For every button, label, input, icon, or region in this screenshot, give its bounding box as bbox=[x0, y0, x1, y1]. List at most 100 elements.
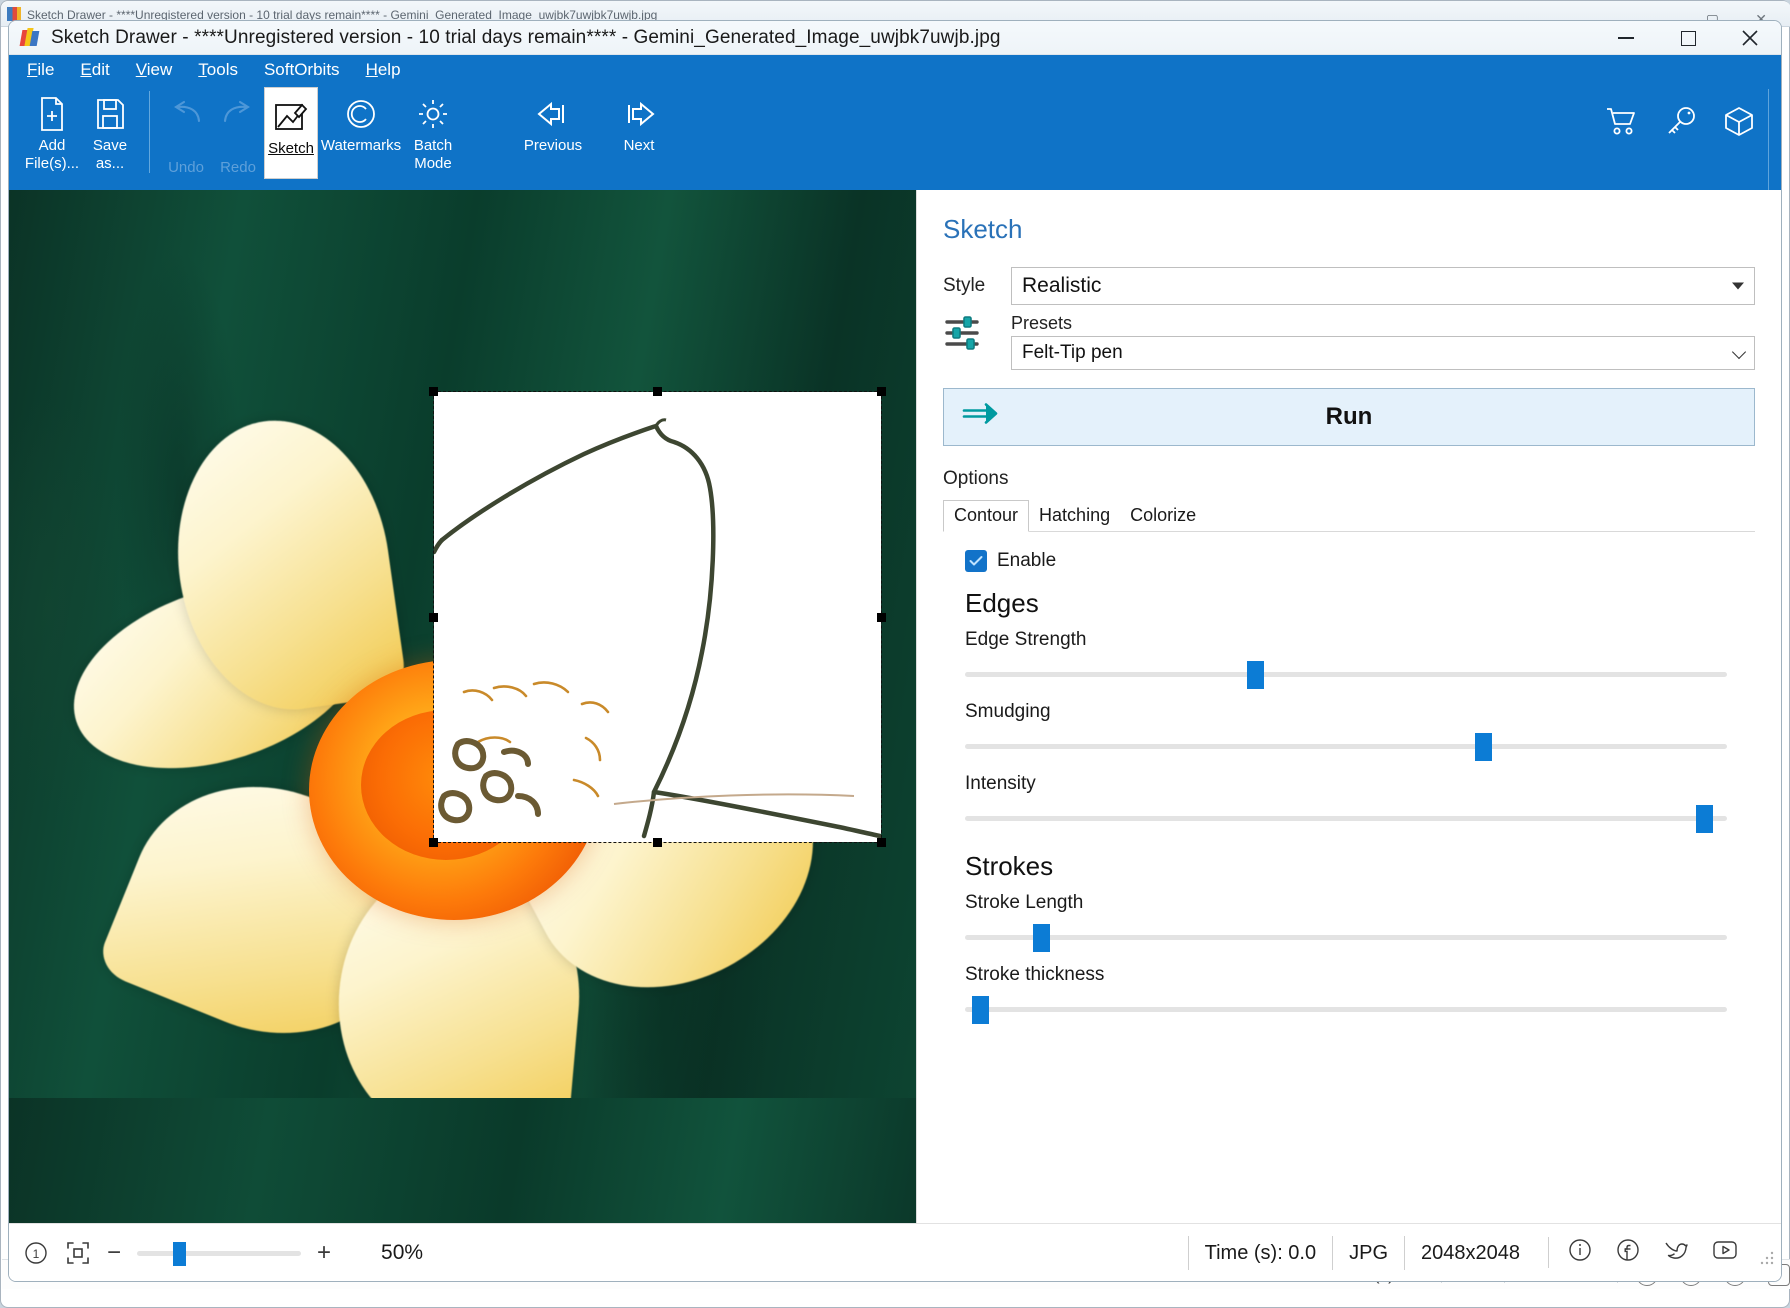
stroke-length-slider[interactable] bbox=[965, 920, 1727, 954]
toolbar-separator bbox=[149, 91, 150, 173]
chevron-down-icon bbox=[1731, 344, 1747, 360]
selection-handle-bottom-right[interactable] bbox=[877, 838, 886, 847]
enable-row[interactable]: Enable bbox=[965, 550, 1755, 572]
add-files-button[interactable]: Add File(s)... bbox=[23, 85, 81, 183]
style-dropdown[interactable]: Realistic bbox=[1011, 267, 1755, 305]
run-button[interactable]: Run bbox=[943, 388, 1755, 446]
strokes-group-title: Strokes bbox=[965, 851, 1054, 881]
slider-thumb[interactable] bbox=[1475, 733, 1493, 761]
resize-grip[interactable] bbox=[1757, 1248, 1775, 1266]
smudging-label: Smudging bbox=[965, 701, 1051, 722]
menu-tools[interactable]: Tools bbox=[198, 60, 238, 80]
tab-contour[interactable]: Contour bbox=[943, 500, 1030, 532]
fit-to-screen-icon[interactable] bbox=[65, 1240, 91, 1266]
stroke-thickness-label: Stroke thickness bbox=[965, 964, 1105, 985]
facebook-icon[interactable] bbox=[1615, 1237, 1641, 1268]
edge-strength-slider[interactable] bbox=[965, 657, 1727, 691]
selection-handle-top-middle[interactable] bbox=[653, 387, 662, 396]
box-icon[interactable] bbox=[1723, 105, 1755, 142]
selection-preview[interactable] bbox=[429, 387, 886, 847]
zoom-slider[interactable] bbox=[137, 1240, 302, 1266]
status-right: Time (s): 0.0 JPG 2048x2048 bbox=[1187, 1235, 1781, 1270]
slider-track bbox=[965, 672, 1727, 677]
status-time: Time (s): 0.0 bbox=[1187, 1235, 1333, 1270]
ribbon: FFileile Edit View Tools SoftOrbits Help… bbox=[9, 55, 1781, 215]
style-value: Realistic bbox=[1022, 274, 1102, 297]
undo-button[interactable]: Undo bbox=[160, 85, 212, 183]
slider-track bbox=[965, 816, 1727, 821]
batch-mode-button[interactable]: Batch Mode bbox=[404, 85, 462, 183]
intensity-slider[interactable] bbox=[965, 801, 1727, 835]
run-arrow-icon bbox=[962, 402, 1000, 433]
presets-block: Presets Felt-Tip pen bbox=[1011, 313, 1755, 370]
save-icon bbox=[94, 93, 126, 135]
actual-size-icon[interactable]: 1 bbox=[23, 1240, 49, 1266]
next-button[interactable]: Next bbox=[596, 85, 682, 183]
key-icon[interactable] bbox=[1665, 106, 1697, 141]
undo-label: Undo bbox=[168, 159, 204, 176]
style-label: Style bbox=[943, 275, 986, 296]
redo-label: Redo bbox=[220, 159, 256, 176]
workarea: Sketch Style Realistic Presets Felt-Tip … bbox=[9, 190, 1781, 1223]
zoom-slider-track bbox=[137, 1250, 302, 1256]
status-social-icons bbox=[1548, 1237, 1757, 1268]
slider-track bbox=[965, 744, 1727, 749]
add-files-label-2: File(s)... bbox=[24, 155, 80, 172]
image-canvas[interactable] bbox=[9, 190, 916, 1223]
slider-thumb[interactable] bbox=[1033, 924, 1051, 952]
selection-handle-middle-right[interactable] bbox=[877, 613, 886, 622]
slider-thumb[interactable] bbox=[1696, 805, 1714, 833]
zoom-out-button[interactable]: − bbox=[107, 1240, 121, 1265]
youtube-icon[interactable] bbox=[1711, 1237, 1739, 1268]
statusbar: 1 − + 50% Time (s): 0.0 JPG 2048x2048 bbox=[9, 1223, 1781, 1281]
cart-icon[interactable] bbox=[1605, 106, 1639, 141]
selection-handle-bottom-middle[interactable] bbox=[653, 838, 662, 847]
menu-file[interactable]: FFileile bbox=[27, 60, 54, 80]
selection-handle-bottom-left[interactable] bbox=[429, 838, 438, 847]
svg-text:1: 1 bbox=[33, 1247, 40, 1261]
tab-hatching[interactable]: Hatching bbox=[1029, 501, 1120, 531]
window-title: Sketch Drawer - ****Unregistered version… bbox=[51, 26, 1001, 48]
selection-handle-top-right[interactable] bbox=[877, 387, 886, 396]
previous-label: Previous bbox=[523, 137, 583, 154]
save-as-label-2: as... bbox=[95, 155, 125, 172]
enable-label: Enable bbox=[997, 550, 1057, 571]
info-icon[interactable] bbox=[1567, 1237, 1593, 1268]
twitter-icon[interactable] bbox=[1663, 1237, 1689, 1268]
photo-background-leaves bbox=[9, 1098, 916, 1223]
presets-dropdown[interactable]: Felt-Tip pen bbox=[1011, 336, 1755, 370]
stroke-thickness-slider[interactable] bbox=[965, 992, 1727, 1026]
menu-view[interactable]: View bbox=[136, 60, 173, 80]
close-button[interactable] bbox=[1719, 21, 1781, 55]
sketch-options-panel: Sketch Style Realistic Presets Felt-Tip … bbox=[916, 190, 1781, 1223]
smudging-slider[interactable] bbox=[965, 729, 1727, 763]
tab-colorize[interactable]: Colorize bbox=[1120, 501, 1206, 531]
panel-title: Sketch bbox=[943, 214, 1023, 244]
selection-handle-top-left[interactable] bbox=[429, 387, 438, 396]
menu-softorbits[interactable]: SoftOrbits bbox=[264, 60, 340, 80]
copyright-icon bbox=[344, 93, 378, 135]
slider-thumb[interactable] bbox=[1246, 661, 1264, 689]
edges-group-title: Edges bbox=[965, 588, 1039, 618]
next-arrow-icon bbox=[619, 93, 659, 135]
menu-help[interactable]: Help bbox=[366, 60, 401, 80]
sketch-button[interactable]: Sketch bbox=[264, 87, 318, 179]
selection-handle-middle-left[interactable] bbox=[429, 613, 438, 622]
minimize-button[interactable] bbox=[1595, 21, 1657, 55]
previous-button[interactable]: Previous bbox=[510, 85, 596, 183]
enable-checkbox[interactable] bbox=[965, 550, 987, 572]
zoom-in-button[interactable]: + bbox=[317, 1240, 331, 1265]
save-as-button[interactable]: Save as... bbox=[81, 85, 139, 183]
maximize-button[interactable] bbox=[1657, 21, 1719, 55]
batch-label-1: Batch bbox=[413, 137, 453, 154]
watermarks-button[interactable]: Watermarks bbox=[318, 85, 404, 183]
slider-track bbox=[965, 935, 1727, 940]
slider-thumb[interactable] bbox=[972, 996, 990, 1024]
options-label: Options bbox=[943, 468, 1009, 489]
menubar: FFileile Edit View Tools SoftOrbits Help bbox=[9, 55, 1781, 85]
add-files-label-1: Add bbox=[38, 137, 66, 154]
menu-edit[interactable]: Edit bbox=[80, 60, 109, 80]
zoom-slider-thumb[interactable] bbox=[173, 1241, 187, 1266]
redo-button[interactable]: Redo bbox=[212, 85, 264, 183]
sketch-preview-drawing bbox=[434, 418, 881, 839]
